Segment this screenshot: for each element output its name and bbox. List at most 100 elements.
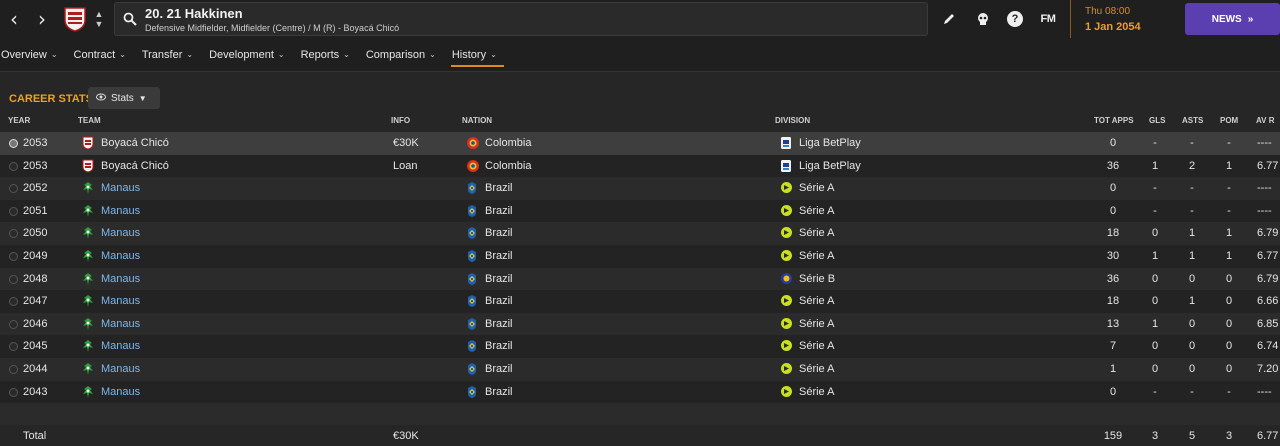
nation-cell[interactable]: Brazil: [485, 386, 513, 398]
nation-cell[interactable]: Brazil: [485, 273, 513, 285]
row-select-radio[interactable]: [9, 297, 18, 307]
team-cell[interactable]: Manaus: [101, 295, 140, 307]
table-row[interactable]: 2047 Manaus Brazil Série A 18 0 1 0 6.66: [0, 290, 1280, 313]
team-cell[interactable]: Manaus: [101, 318, 140, 330]
nation-cell[interactable]: Brazil: [485, 182, 513, 194]
team-cell[interactable]: Manaus: [101, 227, 140, 239]
nation-cell[interactable]: Brazil: [485, 340, 513, 352]
team-cell[interactable]: Boyacá Chicó: [101, 160, 169, 172]
team-cell[interactable]: Manaus: [101, 182, 140, 194]
fm-menu-button[interactable]: FM: [1038, 9, 1058, 29]
col-division[interactable]: DIVISION: [775, 116, 810, 125]
team-cell[interactable]: Manaus: [101, 205, 140, 217]
team-cell[interactable]: Manaus: [101, 386, 140, 398]
nation-flag-icon: [466, 362, 478, 379]
table-row[interactable]: 2052 Manaus Brazil Série A 0 - - - ----: [0, 177, 1280, 200]
nation-cell[interactable]: Brazil: [485, 250, 513, 262]
col-apps[interactable]: TOT APPS: [1094, 116, 1134, 125]
team-cell[interactable]: Boyacá Chicó: [101, 137, 169, 149]
forward-arrow-icon[interactable]: ›: [28, 0, 56, 38]
team-cell[interactable]: Manaus: [101, 340, 140, 352]
row-select-radio[interactable]: [9, 342, 18, 352]
division-cell[interactable]: Série A: [799, 340, 834, 352]
col-gls[interactable]: GLS: [1149, 116, 1165, 125]
row-select-radio[interactable]: [9, 229, 18, 239]
table-row[interactable]: 2050 Manaus Brazil Série A 18 0 1 1 6.79: [0, 222, 1280, 245]
division-cell[interactable]: Liga BetPlay: [799, 137, 861, 149]
info-cell: €30K: [393, 137, 419, 149]
assists-cell: 1: [1188, 227, 1196, 240]
row-select-radio[interactable]: [9, 319, 18, 329]
table-row[interactable]: 2053 Boyacá Chicó €30K Colombia Liga Bet…: [0, 132, 1280, 155]
team-cell[interactable]: Manaus: [101, 250, 140, 262]
row-select-radio[interactable]: [9, 251, 18, 261]
nation-cell[interactable]: Colombia: [485, 160, 531, 172]
club-crest-icon[interactable]: [60, 0, 90, 38]
col-avr[interactable]: AV R: [1256, 116, 1275, 125]
stats-dropdown[interactable]: Stats ▼: [88, 87, 160, 109]
tab-contract[interactable]: Contract ⌄: [73, 38, 133, 72]
division-cell[interactable]: Série A: [799, 182, 834, 194]
nation-cell[interactable]: Brazil: [485, 363, 513, 375]
division-cell[interactable]: Série A: [799, 250, 834, 262]
player-search-bar[interactable]: 20. 21 Hakkinen Defensive Midfielder, Mi…: [114, 2, 928, 36]
row-select-radio[interactable]: [9, 161, 18, 171]
table-row[interactable]: 2045 Manaus Brazil Série A 7 0 0 0 6.74: [0, 335, 1280, 358]
nation-cell[interactable]: Colombia: [485, 137, 531, 149]
team-cell[interactable]: Manaus: [101, 273, 140, 285]
nation-cell[interactable]: Brazil: [485, 205, 513, 217]
chevron-down-icon: ⌄: [429, 50, 436, 59]
division-cell[interactable]: Liga BetPlay: [799, 160, 861, 172]
nation-cell[interactable]: Brazil: [485, 318, 513, 330]
col-team[interactable]: TEAM: [78, 116, 101, 125]
division-cell[interactable]: Série A: [799, 318, 834, 330]
division-cell[interactable]: Série A: [799, 227, 834, 239]
row-select-radio[interactable]: [9, 139, 18, 148]
tab-comparison[interactable]: Comparison ⌄: [365, 38, 443, 72]
tab-reports[interactable]: Reports ⌄: [300, 38, 357, 72]
tab-overview[interactable]: Overview ⌄: [0, 38, 65, 72]
row-select-radio[interactable]: [9, 184, 18, 194]
division-cell[interactable]: Série B: [799, 273, 835, 285]
table-row[interactable]: 2044 Manaus Brazil Série A 1 0 0 0 7.20: [0, 357, 1280, 381]
team-cell[interactable]: Manaus: [101, 363, 140, 375]
tab-development[interactable]: Development ⌄: [208, 38, 292, 72]
edit-pencil-icon[interactable]: [939, 9, 959, 29]
nation-cell[interactable]: Brazil: [485, 227, 513, 239]
row-select-radio[interactable]: [9, 364, 18, 374]
back-arrow-icon[interactable]: ‹: [0, 0, 28, 38]
goals-cell: 1: [1151, 159, 1159, 172]
tab-history[interactable]: History ⌄: [450, 38, 504, 72]
division-cell[interactable]: Série A: [799, 205, 834, 217]
career-table-body: 2053 Boyacá Chicó €30K Colombia Liga Bet…: [0, 132, 1280, 426]
table-row[interactable]: 2048 Manaus Brazil Série B 36 0 0 0 6.79: [0, 267, 1280, 291]
division-cell[interactable]: Série A: [799, 295, 834, 307]
help-icon[interactable]: ?: [1005, 9, 1025, 29]
table-row[interactable]: 2043 Manaus Brazil Série A 0 - - - ----: [0, 380, 1280, 404]
col-year[interactable]: YEAR: [8, 116, 30, 125]
row-select-radio[interactable]: [9, 387, 18, 397]
section-title: CAREER STATS: [9, 93, 93, 105]
col-nation[interactable]: NATION: [462, 116, 492, 125]
skull-icon[interactable]: [973, 9, 993, 29]
chevron-down-icon[interactable]: ▼: [95, 19, 104, 29]
player-switcher[interactable]: ▲ ▼: [92, 9, 106, 29]
division-cell[interactable]: Série A: [799, 386, 834, 398]
col-pom[interactable]: POM: [1220, 116, 1238, 125]
col-info[interactable]: INFO: [391, 116, 410, 125]
search-icon[interactable]: [123, 12, 137, 29]
nation-cell[interactable]: Brazil: [485, 295, 513, 307]
chevron-up-icon[interactable]: ▲: [95, 9, 104, 19]
row-select-radio[interactable]: [9, 274, 18, 284]
game-date[interactable]: Thu 08:00 1 Jan 2054: [1070, 0, 1170, 38]
table-row[interactable]: 2049 Manaus Brazil Série A 30 1 1 1 6.77: [0, 244, 1280, 268]
table-row[interactable]: 2053 Boyacá Chicó Loan Colombia Liga Bet…: [0, 154, 1280, 178]
division-cell[interactable]: Série A: [799, 363, 834, 375]
tab-transfer[interactable]: Transfer ⌄: [141, 38, 200, 72]
table-row[interactable]: 2046 Manaus Brazil Série A 13 1 0 0 6.85: [0, 312, 1280, 336]
assists-cell: 2: [1188, 159, 1196, 172]
table-row[interactable]: 2051 Manaus Brazil Série A 0 - - - ----: [0, 199, 1280, 223]
row-select-radio[interactable]: [9, 206, 18, 216]
col-asts[interactable]: ASTS: [1182, 116, 1203, 125]
news-button[interactable]: NEWS »: [1185, 3, 1280, 35]
